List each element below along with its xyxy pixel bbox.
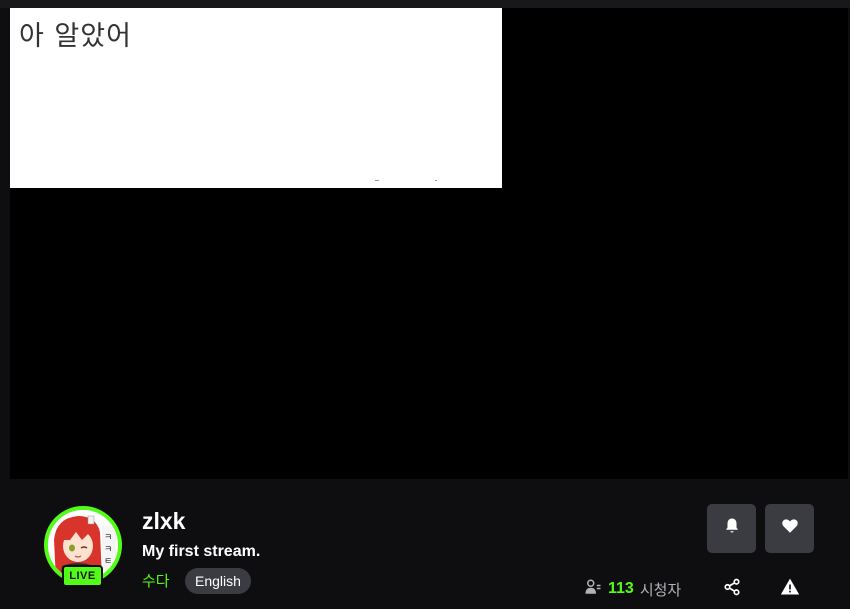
category-link[interactable]: 수다: [142, 570, 170, 591]
top-bar: [0, 0, 850, 8]
language-tag[interactable]: English: [185, 568, 251, 594]
stream-page: 아 알았어 ㅋ ㅋ ㅌ LIVE zlxk My first stream. 수…: [0, 0, 850, 609]
stream-title: My first stream.: [142, 543, 261, 560]
share-button[interactable]: [720, 577, 744, 601]
viewer-count-number: 113: [608, 580, 634, 597]
svg-text:ㅋ: ㅋ: [104, 533, 112, 543]
share-icon: [723, 578, 741, 601]
overlay-text: 아 알았어: [19, 21, 132, 52]
video-player[interactable]: 아 알았어: [10, 8, 848, 479]
notify-button[interactable]: [707, 504, 756, 553]
stream-info-bar: ㅋ ㅋ ㅌ LIVE zlxk My first stream. 수다 Engl…: [0, 479, 850, 609]
channel-avatar[interactable]: ㅋ ㅋ ㅌ LIVE: [44, 506, 122, 587]
follow-button[interactable]: [765, 504, 814, 553]
channel-name[interactable]: zlxk: [142, 508, 185, 535]
live-badge: LIVE: [62, 565, 103, 587]
heart-icon: [781, 517, 799, 540]
stream-overlay-panel: 아 알았어: [10, 8, 502, 188]
overlay-mark: [435, 180, 437, 181]
svg-text:ㅋ: ㅋ: [104, 545, 112, 555]
svg-text:ㅌ: ㅌ: [104, 557, 112, 567]
viewer-count: 113 시청자: [584, 578, 681, 600]
warning-icon: [780, 577, 800, 602]
bell-icon: [723, 517, 741, 540]
viewer-count-label: 시청자: [639, 580, 682, 599]
viewers-icon: [584, 578, 602, 601]
overlay-mark: [375, 180, 379, 181]
report-button[interactable]: [777, 576, 803, 602]
